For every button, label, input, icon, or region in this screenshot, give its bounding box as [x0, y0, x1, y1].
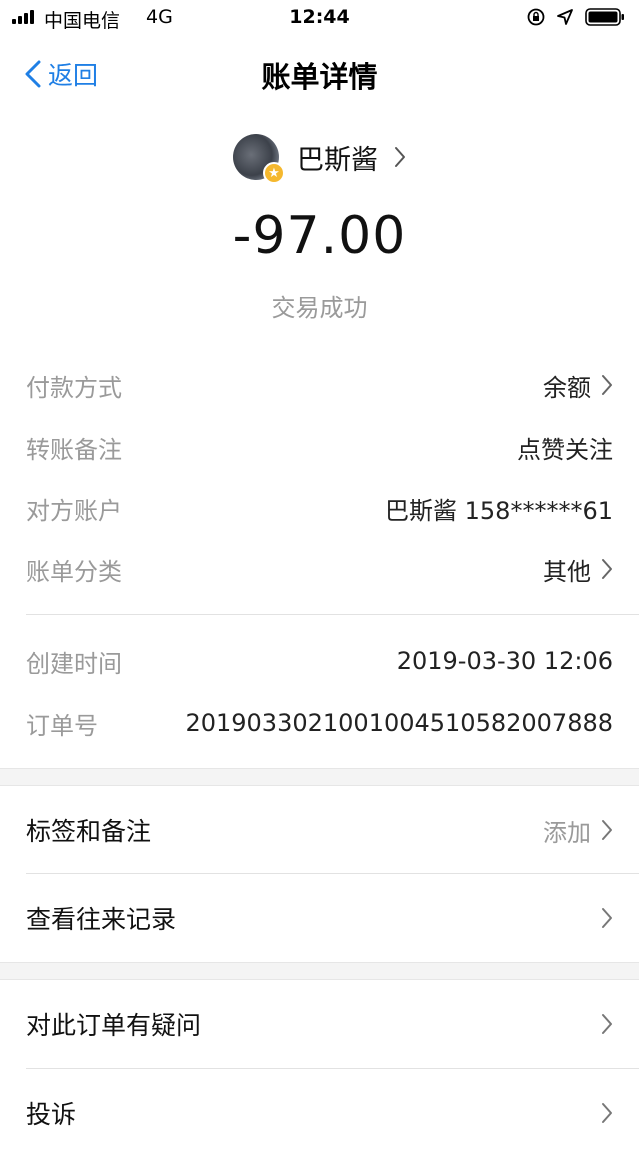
order-number-value: 2019033021001004510582007888: [185, 709, 613, 737]
order-question-row[interactable]: 对此订单有疑问: [26, 980, 613, 1068]
transfer-note-label: 转账备注: [26, 435, 122, 464]
counterparty-account-row: 对方账户 巴斯酱 158******61: [26, 488, 613, 528]
chevron-right-icon: [602, 1103, 612, 1123]
created-time-value: 2019-03-30 12:06: [396, 647, 613, 675]
payment-method-label: 付款方式: [26, 373, 122, 402]
payment-method-row[interactable]: 付款方式 余额: [26, 365, 613, 405]
bill-category-value: 其他: [543, 557, 591, 586]
counterparty-account-label: 对方账户: [26, 496, 122, 525]
counterparty-account-value: 巴斯酱 158******61: [385, 496, 613, 525]
chevron-right-icon: [602, 1014, 612, 1034]
chevron-right-icon: [602, 820, 612, 840]
tags-notes-row[interactable]: 标签和备注 添加: [26, 786, 613, 874]
star-icon: ★: [263, 162, 285, 184]
navigation-bar: 返回 账单详情: [0, 40, 639, 104]
bill-category-label: 账单分类: [26, 557, 122, 586]
counterparty-header[interactable]: ★ 巴斯酱: [0, 132, 639, 184]
avatar: ★: [233, 134, 285, 184]
chevron-right-icon: [602, 375, 612, 395]
add-label: 添加: [543, 818, 591, 847]
created-time-label: 创建时间: [26, 649, 122, 678]
order-question-label: 对此订单有疑问: [26, 1011, 202, 1040]
order-number-row: 订单号 2019033021001004510582007888: [26, 703, 613, 743]
view-history-label: 查看往来记录: [26, 905, 177, 934]
location-arrow-icon: [557, 9, 573, 25]
chevron-right-icon: [395, 147, 405, 167]
section-separator: [0, 962, 639, 980]
payment-method-value: 余额: [543, 373, 591, 402]
tags-notes-label: 标签和备注: [26, 817, 152, 846]
bill-category-row[interactable]: 账单分类 其他: [26, 549, 613, 589]
section-separator: [0, 768, 639, 786]
battery-icon: [585, 8, 624, 26]
order-number-label: 订单号: [26, 711, 98, 740]
page-title: 账单详情: [261, 60, 378, 94]
counterparty-name: 巴斯酱: [297, 144, 378, 176]
chevron-right-icon: [602, 908, 612, 928]
divider: [26, 614, 639, 615]
transfer-note-value: 点赞关注: [517, 435, 613, 464]
view-history-row[interactable]: 查看往来记录: [26, 874, 613, 962]
chevron-right-icon: [602, 559, 612, 579]
transaction-status: 交易成功: [271, 294, 368, 322]
complaint-label: 投诉: [26, 1100, 77, 1129]
created-time-row: 创建时间 2019-03-30 12:06: [26, 641, 613, 681]
status-bar: 中国电信 4G 12:44: [0, 0, 639, 36]
complaint-row[interactable]: 投诉: [26, 1069, 613, 1157]
transaction-amount: -97.00: [232, 206, 407, 266]
transfer-note-row: 转账备注 点赞关注: [26, 427, 613, 467]
rotation-lock-icon: [527, 8, 545, 26]
